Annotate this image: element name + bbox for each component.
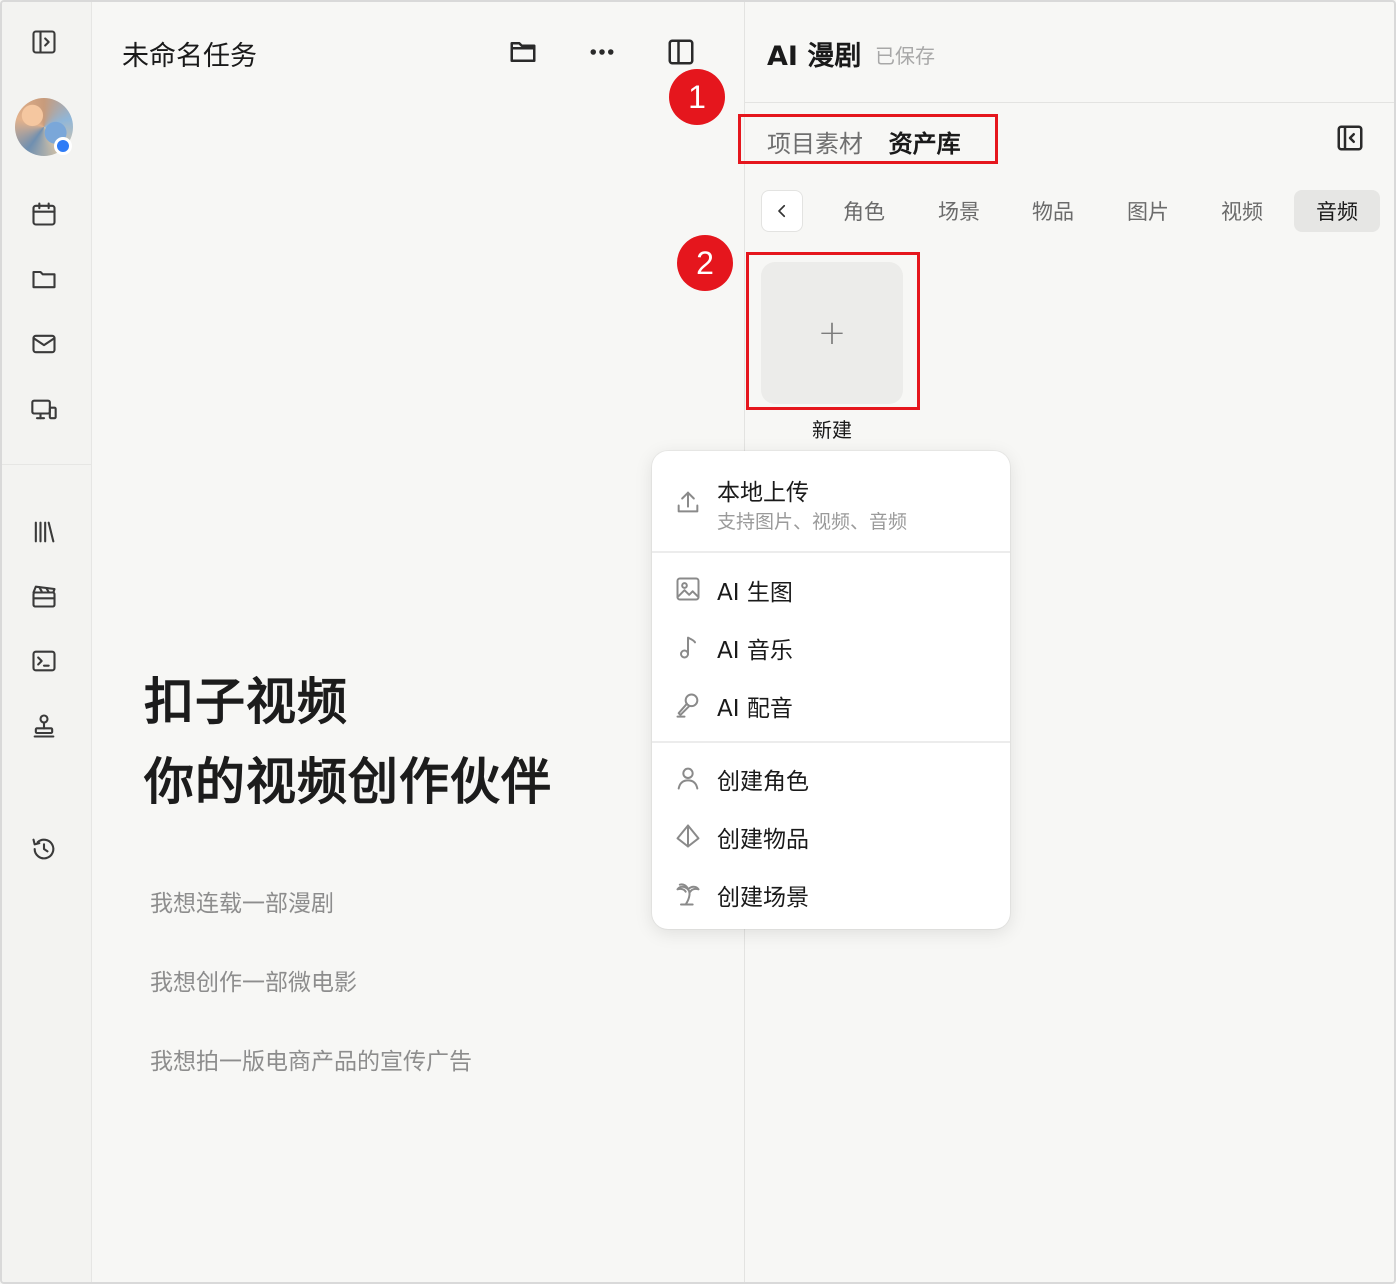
tab-item[interactable]: 物品 <box>1010 190 1096 232</box>
cube-icon <box>674 822 702 850</box>
menu-item-local-upload[interactable]: 本地上传 支持图片、视频、音频 <box>652 471 1010 533</box>
menu-item-sublabel: 支持图片、视频、音频 <box>717 511 908 533</box>
menu-item-label: 创建角色 <box>717 769 809 795</box>
rail-divider <box>2 464 92 465</box>
menu-item-ai-voice[interactable]: AI 配音 <box>652 685 1010 725</box>
more-icon[interactable] <box>584 34 620 70</box>
suggestion-item[interactable]: 我想拍一版电商产品的宣传广告 <box>150 1042 472 1076</box>
devices-icon[interactable] <box>28 394 60 426</box>
hero-line-1: 扣子视频 <box>144 672 348 731</box>
chevron-left-icon[interactable] <box>761 190 803 232</box>
microphone-icon <box>674 691 702 719</box>
menu-divider <box>652 741 1010 743</box>
clapperboard-icon[interactable] <box>28 580 60 612</box>
annotation-box-1 <box>738 114 998 164</box>
folder-icon[interactable] <box>28 263 60 295</box>
annotation-box-2 <box>746 252 920 410</box>
menu-item-create-scene[interactable]: 创建场景 <box>652 874 1010 914</box>
tab-scene[interactable]: 场景 <box>916 190 1002 232</box>
menu-item-create-item[interactable]: 创建物品 <box>652 816 1010 856</box>
tab-video[interactable]: 视频 <box>1199 190 1285 232</box>
annotation-badge-1: 1 <box>669 69 725 125</box>
new-asset-label: 新建 <box>812 418 852 442</box>
image-icon <box>674 575 702 603</box>
menu-item-label: 本地上传 <box>717 480 809 506</box>
menu-item-create-character[interactable]: 创建角色 <box>652 758 1010 798</box>
library-icon[interactable] <box>28 516 60 548</box>
music-note-icon <box>674 633 702 661</box>
hero-line-2: 你的视频创作伙伴 <box>144 752 552 811</box>
menu-item-label: AI 音乐 <box>717 638 793 664</box>
app-window: 未命名任务 扣子视频 你的视频创作伙伴 我想连载一部漫剧 我想创作一部微电影 我… <box>0 0 1396 1284</box>
menu-item-label: 创建场景 <box>717 885 809 911</box>
left-rail <box>2 2 92 1282</box>
tab-audio[interactable]: 音频 <box>1294 190 1380 232</box>
new-asset-menu: 本地上传 支持图片、视频、音频 AI 生图 AI 音乐 AI 配音 创建角色 创… <box>652 451 1010 929</box>
mail-icon[interactable] <box>28 328 60 360</box>
task-title[interactable]: 未命名任务 <box>122 34 257 73</box>
tab-character[interactable]: 角色 <box>821 190 907 232</box>
suggestion-item[interactable]: 我想连载一部漫剧 <box>150 884 334 918</box>
online-status-dot <box>54 137 72 155</box>
terminal-icon[interactable] <box>28 645 60 677</box>
calendar-icon[interactable] <box>28 198 60 230</box>
upload-icon <box>674 488 702 516</box>
palm-tree-icon <box>674 880 702 908</box>
suggestion-item[interactable]: 我想创作一部微电影 <box>150 963 357 997</box>
chat-pane: 未命名任务 扣子视频 你的视频创作伙伴 我想连载一部漫剧 我想创作一部微电影 我… <box>92 2 744 1282</box>
menu-item-label: AI 生图 <box>717 580 793 606</box>
annotation-badge-2: 2 <box>677 235 733 291</box>
tab-image[interactable]: 图片 <box>1105 190 1191 232</box>
folder-open-icon[interactable] <box>505 34 541 70</box>
header-divider <box>745 102 1394 103</box>
menu-item-ai-image[interactable]: AI 生图 <box>652 569 1010 609</box>
collapse-panel-icon[interactable] <box>1335 123 1365 153</box>
save-status: 已保存 <box>875 44 935 68</box>
panel-title: AI 漫剧 <box>767 41 862 72</box>
menu-item-ai-music[interactable]: AI 音乐 <box>652 627 1010 667</box>
panel-icon[interactable] <box>663 34 699 70</box>
history-icon[interactable] <box>28 833 60 865</box>
menu-item-label: 创建物品 <box>717 827 809 853</box>
person-icon <box>674 764 702 792</box>
hero-heading: 扣子视频 你的视频创作伙伴 <box>144 662 552 822</box>
menu-item-label: AI 配音 <box>717 696 793 722</box>
menu-divider <box>652 551 1010 553</box>
stamp-icon[interactable] <box>28 710 60 742</box>
sidebar-toggle-icon[interactable] <box>28 26 60 58</box>
